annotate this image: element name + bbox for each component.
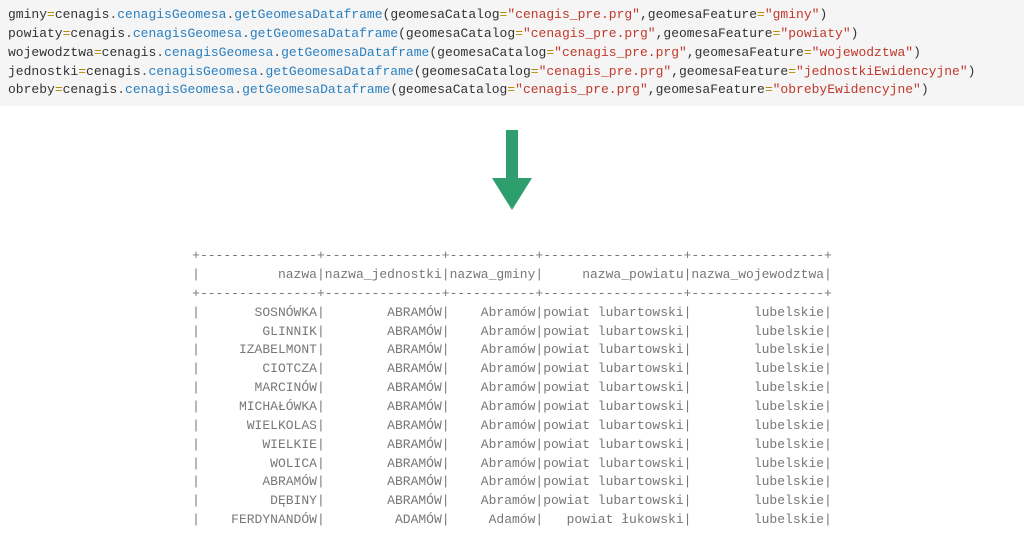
code-line: gminy=cenagis.cenagisGeomesa.getGeomesaD… [8,6,1016,25]
ascii-table: +---------------+---------------+-------… [0,234,1024,551]
arrow-wrap [0,106,1024,234]
code-line: jednostki=cenagis.cenagisGeomesa.getGeom… [8,63,1016,82]
code-line: wojewodztwa=cenagis.cenagisGeomesa.getGe… [8,44,1016,63]
ascii-table-pre: +---------------+---------------+-------… [192,247,832,530]
code-block: gminy=cenagis.cenagisGeomesa.getGeomesaD… [0,0,1024,106]
code-line: obreby=cenagis.cenagisGeomesa.getGeomesa… [8,81,1016,100]
code-line: powiaty=cenagis.cenagisGeomesa.getGeomes… [8,25,1016,44]
down-arrow-icon [492,130,532,210]
